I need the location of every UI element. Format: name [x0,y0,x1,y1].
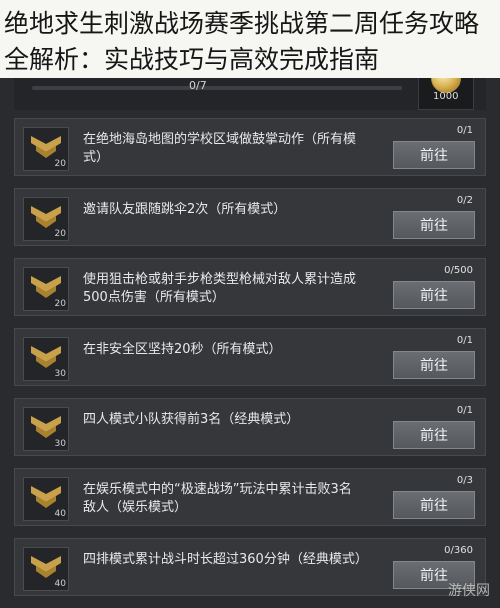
task-progress: 0/360 [444,545,473,556]
task-progress: 0/3 [456,475,473,486]
task-points: 30 [54,439,66,449]
task-card: 40 在娱乐模式中的“极速战场”玩法中累计击败3名敌人（娱乐模式） 0/3 前往 [14,468,486,526]
chevron-medal-icon [31,346,61,368]
go-button[interactable]: 前往 [393,491,475,519]
task-progress: 0/500 [444,265,473,276]
task-description: 四排模式累计战斗时长超过360分钟（经典模式） [83,552,368,567]
medal-icon: 30 [23,407,69,451]
article-title-overlay: 绝地求生刺激战场赛季挑战第二周任务攻略 全解析：实战技巧与高效完成指南 [0,0,500,78]
chevron-medal-icon [31,416,61,438]
medal-icon: 30 [23,337,69,381]
article-title-line-2: 全解析：实战技巧与高效完成指南 [4,45,380,74]
task-description: 邀请队友跟随跳伞2次（所有模式） [83,202,287,217]
task-progress: 0/1 [456,405,473,416]
task-card: 40 四排模式累计战斗时长超过360分钟（经典模式） 0/360 前往 [14,538,486,596]
task-points: 20 [54,299,66,309]
chevron-medal-icon [31,556,61,578]
medal-icon: 40 [23,477,69,521]
go-button[interactable]: 前往 [393,281,475,309]
chevron-medal-icon [31,136,61,158]
medal-icon: 20 [23,197,69,241]
medal-icon: 20 [23,127,69,171]
task-points: 40 [54,579,66,589]
task-points: 20 [54,159,66,169]
reward-value: 1000 [433,91,459,102]
task-points: 30 [54,369,66,379]
task-progress: 0/2 [456,195,473,206]
task-description: 在娱乐模式中的“极速战场”玩法中累计击败3名敌人（娱乐模式） [83,482,352,515]
medal-icon: 40 [23,547,69,591]
article-title-line-1: 绝地求生刺激战场赛季挑战第二周任务攻略 [4,9,480,38]
task-card: 20 在绝地海岛地图的学校区域做鼓掌动作（所有模式） 0/1 前往 [14,118,486,176]
go-button[interactable]: 前往 [393,351,475,379]
progress-text: 0/7 [189,79,207,92]
task-description: 使用狙击枪或射手步枪类型枪械对敌人累计造成500点伤害（所有模式） [83,272,357,305]
chevron-medal-icon [31,276,61,298]
chevron-medal-icon [31,486,61,508]
watermark: 游侠网 [448,583,490,599]
go-button[interactable]: 前往 [393,421,475,449]
task-points: 20 [54,229,66,239]
task-card: 20 使用狙击枪或射手步枪类型枪械对敌人累计造成500点伤害（所有模式） 0/500… [14,258,486,316]
task-card: 30 在非安全区坚持20秒（所有模式） 0/1 前往 [14,328,486,386]
task-card: 20 邀请队友跟随跳伞2次（所有模式） 0/2 前往 [14,188,486,246]
task-description: 在非安全区坚持20秒（所有模式） [83,342,282,357]
progress-track [32,86,402,90]
task-points: 40 [54,509,66,519]
task-card: 30 四人模式小队获得前3名（经典模式） 0/1 前往 [14,398,486,456]
task-description: 四人模式小队获得前3名（经典模式） [83,412,300,427]
task-progress: 0/1 [456,335,473,346]
chevron-medal-icon [31,206,61,228]
task-progress: 0/1 [456,125,473,136]
task-list: 20 在绝地海岛地图的学校区域做鼓掌动作（所有模式） 0/1 前往 20 邀请队友跟随跳伞… [14,118,486,608]
task-description: 在绝地海岛地图的学校区域做鼓掌动作（所有模式） [83,132,357,165]
go-button[interactable]: 前往 [393,211,475,239]
medal-icon: 20 [23,267,69,311]
go-button[interactable]: 前往 [393,141,475,169]
